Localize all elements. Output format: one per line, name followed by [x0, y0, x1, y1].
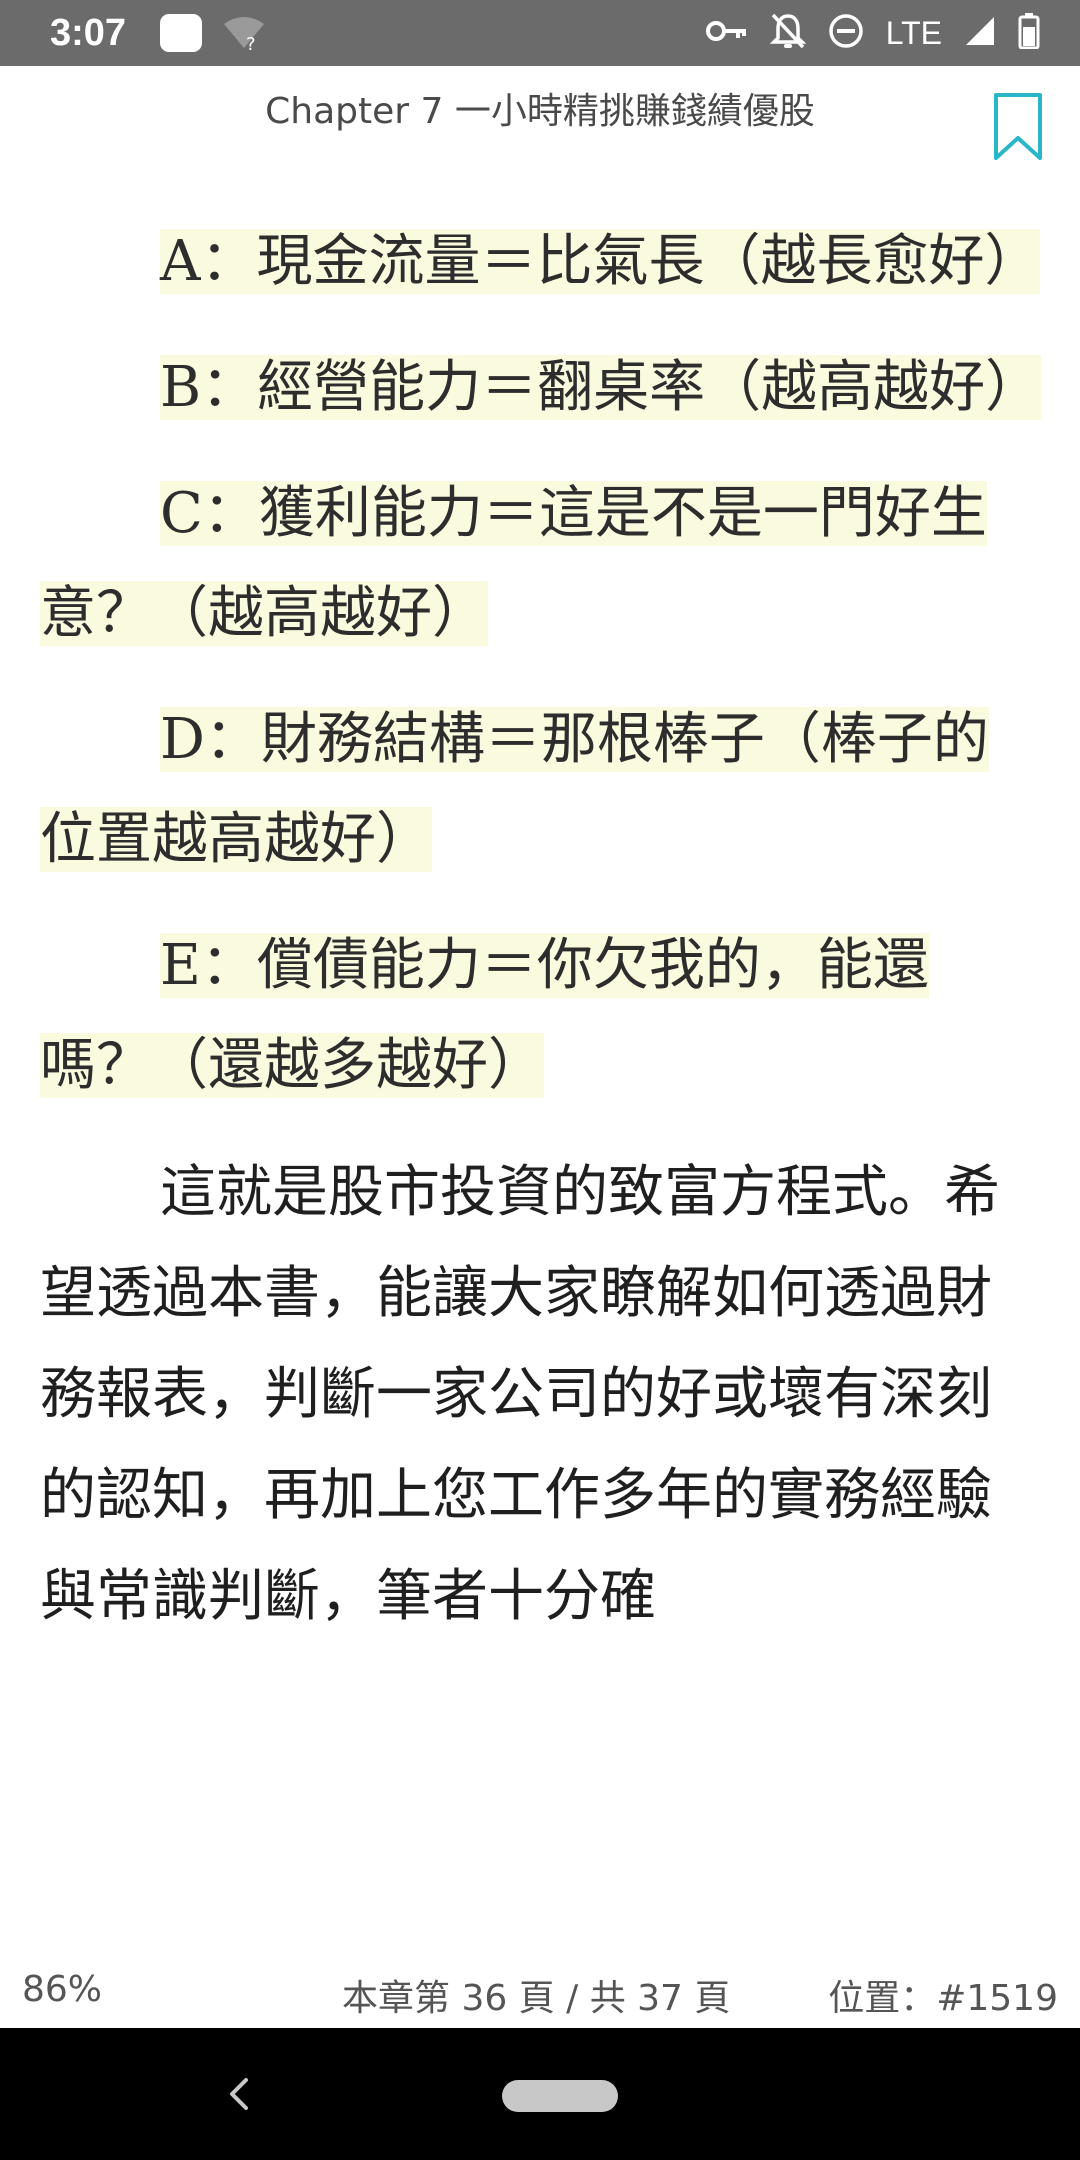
status-left-icons: ?: [160, 14, 266, 55]
status-right-icons: LTE: [705, 12, 1040, 54]
body-paragraph: 這就是股市投資的致富方程式。希望透過本書，能讓大家瞭解如何透過財務報表，判斷一家…: [40, 1160, 1000, 1629]
wifi-question-icon: ?: [222, 14, 266, 55]
status-time: 3:07: [50, 12, 127, 54]
highlight-text: B：經營能力＝翻桌率（越高越好）: [160, 355, 1042, 420]
highlight-text: E：償債能力＝你欠我的，能還嗎？（還越多越好）: [40, 933, 929, 1098]
location-indicator: 位置：#1519: [828, 1978, 1058, 2019]
highlighted-item-e: E：償債能力＝你欠我的，能還嗎？（還越多越好）: [40, 916, 1040, 1116]
highlight-text: A：現金流量＝比氣長（越長愈好）: [160, 229, 1041, 294]
home-pill-icon[interactable]: [502, 2080, 618, 2112]
highlighted-item-b: B：經營能力＝翻桌率（越高越好）: [40, 338, 1042, 438]
network-type-label: LTE: [885, 15, 942, 51]
highlighted-item-a: A：現金流量＝比氣長（越長愈好）: [40, 212, 1041, 312]
highlight-text: C：獲利能力＝這是不是一門好生意？（越高越好）: [40, 481, 987, 646]
bell-off-icon: [769, 12, 806, 54]
chapter-title: Chapter 7 一小時精挑賺錢績優股: [265, 91, 815, 132]
status-bar: 3:07 ? LTE: [0, 0, 1080, 66]
svg-text:?: ?: [246, 34, 256, 52]
vpn-key-icon: [705, 16, 748, 50]
progress-percent: 86%: [22, 1969, 103, 2010]
reading-footer: 86% 本章第 36 頁 / 共 37 頁 位置：#1519: [0, 1961, 1080, 2021]
signal-icon: [964, 15, 996, 51]
bookmark-icon[interactable]: [992, 92, 1044, 162]
highlighted-item-d: D：財務結構＝那根棒子（棒子的位置越高越好）: [40, 690, 1040, 890]
back-chevron-icon[interactable]: [222, 2074, 258, 2114]
page-content: A：現金流量＝比氣長（越長愈好） B：經營能力＝翻桌率（越高越好） C：獲利能力…: [40, 212, 1050, 1647]
highlighted-item-c: C：獲利能力＝這是不是一門好生意？（越高越好）: [40, 464, 1040, 664]
do-not-disturb-icon: [828, 13, 864, 53]
chapter-page-indicator: 本章第 36 頁 / 共 37 頁: [342, 1978, 731, 2019]
highlight-text: D：財務結構＝那根棒子（棒子的位置越高越好）: [40, 707, 989, 872]
reader-view[interactable]: Chapter 7 一小時精挑賺錢績優股 A：現金流量＝比氣長（越長愈好） B：…: [0, 66, 1080, 2028]
system-nav-bar: [0, 2028, 1080, 2160]
battery-icon: [1018, 13, 1040, 53]
notification-square-icon: [160, 14, 202, 52]
